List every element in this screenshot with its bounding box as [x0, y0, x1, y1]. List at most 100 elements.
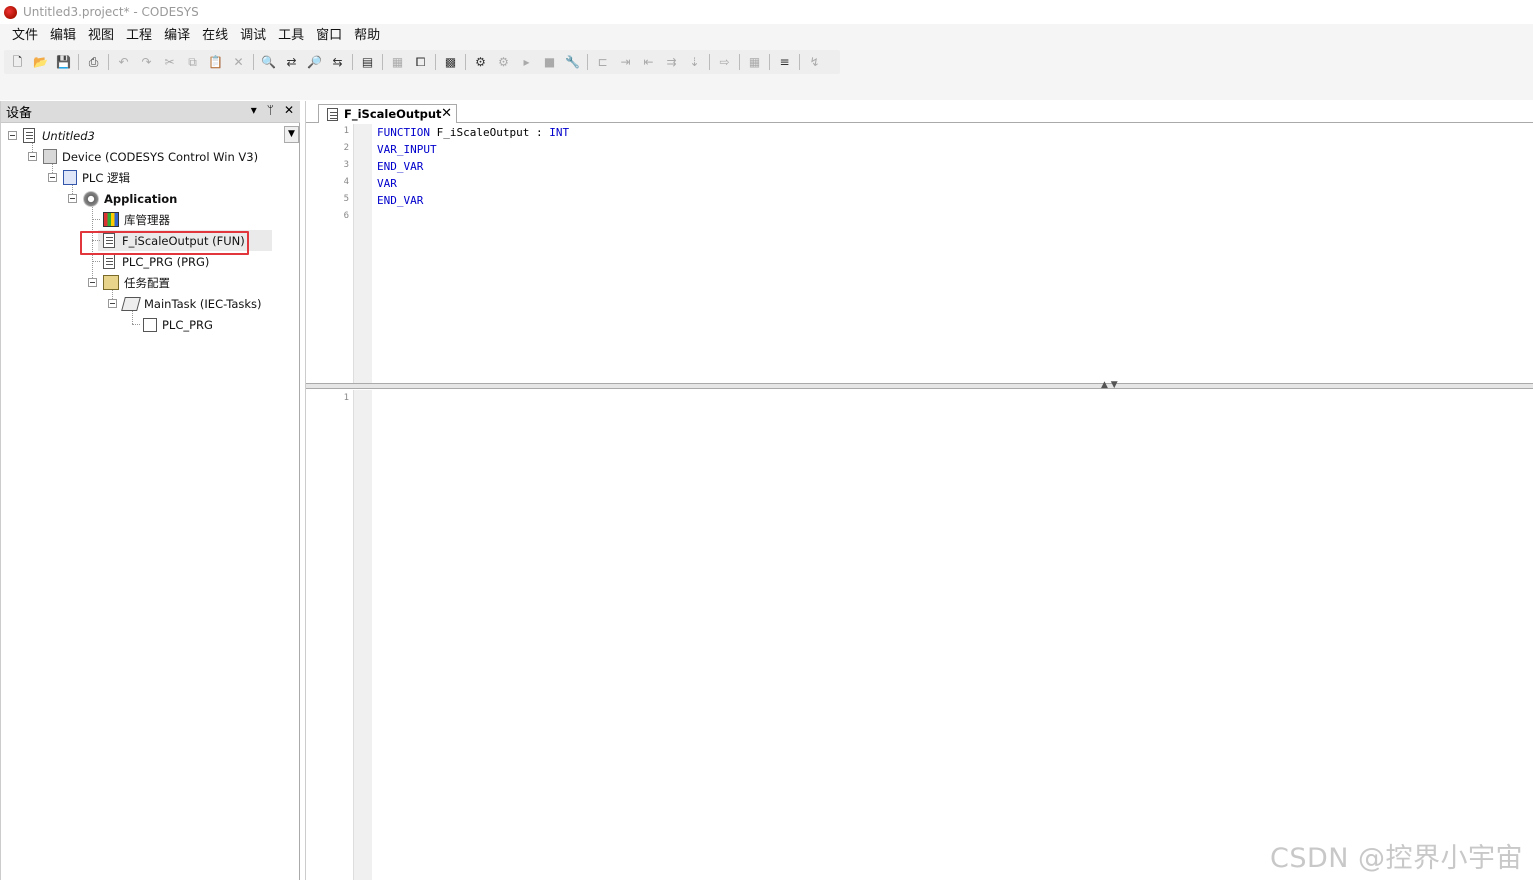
- line-number: 1: [343, 126, 349, 136]
- menu-item-0[interactable]: 文件: [6, 25, 44, 47]
- code-line[interactable]: END_VAR: [377, 194, 423, 207]
- collapse-icon[interactable]: [8, 131, 17, 140]
- collapse-icon[interactable]: [28, 152, 37, 161]
- splitter-arrows-icon[interactable]: ▲ ▼: [1101, 380, 1118, 390]
- find-icon[interactable]: 🔍: [259, 52, 279, 72]
- menu-item-2[interactable]: 视图: [82, 25, 120, 47]
- tree-node-library-manager[interactable]: 库管理器: [103, 209, 170, 230]
- set-next-statement-icon[interactable]: ⇨: [715, 52, 735, 72]
- toolbar-separator: [108, 54, 109, 70]
- window-list-icon[interactable]: ▤: [358, 52, 378, 72]
- tree-node-label: 任务配置: [124, 275, 170, 290]
- menu-item-1[interactable]: 编辑: [44, 25, 82, 47]
- keyword-token: VAR: [377, 177, 397, 190]
- build-icon[interactable]: ▩: [441, 52, 461, 72]
- tree-node-label: PLC 逻辑: [82, 170, 131, 185]
- toolbar-separator: [382, 54, 383, 70]
- start-icon[interactable]: ▸: [517, 52, 537, 72]
- breakpoint-icon[interactable]: ⊏: [593, 52, 613, 72]
- menu-item-9[interactable]: 帮助: [348, 25, 386, 47]
- collapse-icon[interactable]: [108, 299, 117, 308]
- body-editor[interactable]: [372, 390, 1533, 880]
- code-line[interactable]: VAR: [377, 177, 397, 190]
- menu-item-5[interactable]: 在线: [196, 25, 234, 47]
- function-pou-icon: [327, 107, 338, 121]
- window-title: Untitled3.project* - CODESYS: [23, 5, 199, 19]
- login-icon[interactable]: ⚙: [471, 52, 491, 72]
- stop-icon[interactable]: ■: [540, 52, 560, 72]
- tree-node-device[interactable]: Device (CODESYS Control Win V3): [43, 146, 258, 167]
- editor-tab-bar: F_iScaleOutput ✕: [306, 101, 1533, 123]
- collapse-icon[interactable]: [48, 173, 57, 182]
- keyword-token: VAR_INPUT: [377, 143, 437, 156]
- pin-icon[interactable]: ᛘ: [267, 103, 274, 117]
- code-line[interactable]: END_VAR: [377, 160, 423, 173]
- write-values-icon[interactable]: ▦: [745, 52, 765, 72]
- menu-item-6[interactable]: 调试: [234, 25, 272, 47]
- toolbar-separator: [587, 54, 588, 70]
- replace-in-project-icon[interactable]: ⇆: [328, 52, 348, 72]
- find-in-project-icon[interactable]: 🔎: [305, 52, 325, 72]
- menu-item-7[interactable]: 工具: [272, 25, 310, 47]
- editor-splitter[interactable]: ▲ ▼: [306, 380, 1533, 390]
- declaration-line-gutter: 1 2 3 4 5 6: [306, 124, 354, 383]
- tab-f-iscaleoutput[interactable]: F_iScaleOutput ✕: [318, 104, 457, 123]
- print-icon[interactable]: ⎙: [84, 52, 104, 72]
- keyword-token: END_VAR: [377, 194, 424, 207]
- open-icon[interactable]: 📂: [31, 52, 51, 72]
- menu-item-4[interactable]: 编译: [158, 25, 196, 47]
- force-values-icon[interactable]: ≡: [775, 52, 795, 72]
- reset-icon[interactable]: 🔧: [563, 52, 583, 72]
- standard-toolbar: 🗋 📂 💾 ⎙ ↶ ↷ ✂ ⧉ 📋 ✕ 🔍 ⇄ 🔎 ⇆ ▤ ▦ ⧠ ▩ ⚙ ⚙ ▸ ■ 🔧 ⊏ ⇥ ⇤ ⇉ ⇣ ⇨ ▦ ≡ ↯: [4, 50, 840, 74]
- tree-node-label: 库管理器: [124, 212, 170, 227]
- tree-dropdown-icon[interactable]: ▼: [284, 126, 299, 143]
- undo-icon[interactable]: ↶: [114, 52, 134, 72]
- tree-node-maintask[interactable]: MainTask (IEC-Tasks): [121, 293, 262, 314]
- collapse-icon[interactable]: [68, 194, 77, 203]
- redo-icon[interactable]: ↷: [137, 52, 157, 72]
- step-out-icon[interactable]: ⇉: [662, 52, 682, 72]
- toolbar-separator: [352, 54, 353, 70]
- run-to-cursor-icon[interactable]: ⇣: [685, 52, 705, 72]
- grid-dropdown-icon[interactable]: ▦: [388, 52, 408, 72]
- tree-node-plc-prg-call[interactable]: PLC_PRG: [143, 314, 213, 335]
- paste-icon[interactable]: 📋: [206, 52, 226, 72]
- code-line[interactable]: FUNCTION F_iScaleOutput : INT: [377, 126, 569, 139]
- delete-icon[interactable]: ✕: [229, 52, 249, 72]
- unforce-icon[interactable]: ↯: [805, 52, 825, 72]
- tree-node-task-configuration[interactable]: 任务配置: [103, 272, 170, 293]
- toolbar-separator: [253, 54, 254, 70]
- menu-item-3[interactable]: 工程: [120, 25, 158, 47]
- title-bar: Untitled3.project* - CODESYS: [0, 0, 1533, 24]
- tree-node-project[interactable]: Untitled3: [23, 125, 95, 146]
- keyword-token: INT: [549, 126, 570, 139]
- cut-icon[interactable]: ✂: [160, 52, 180, 72]
- menu-item-8[interactable]: 窗口: [310, 25, 348, 47]
- panel-menu-icon[interactable]: ▾: [251, 103, 257, 117]
- save-icon[interactable]: 💾: [54, 52, 74, 72]
- project-icon: [23, 128, 35, 143]
- replace-icon[interactable]: ⇄: [282, 52, 302, 72]
- close-icon[interactable]: ✕: [284, 103, 294, 117]
- keyword-token: FUNCTION: [377, 126, 430, 139]
- close-tab-icon[interactable]: ✕: [441, 106, 452, 121]
- new-window-icon[interactable]: ⧠: [411, 52, 431, 72]
- code-line[interactable]: VAR_INPUT: [377, 143, 437, 156]
- step-into-icon[interactable]: ⇤: [639, 52, 659, 72]
- step-over-icon[interactable]: ⇥: [616, 52, 636, 72]
- logout-icon[interactable]: ⚙: [494, 52, 514, 72]
- toolbar-separator: [769, 54, 770, 70]
- tree-node-application[interactable]: Application: [83, 188, 177, 209]
- copy-icon[interactable]: ⧉: [183, 52, 203, 72]
- tree-node-plc-logic[interactable]: PLC 逻辑: [63, 167, 130, 188]
- tree-node-label: Application: [104, 191, 178, 206]
- devices-panel: 设备 ▾ ᛘ ✕ ▼ Untitled3 Device (CODESYS Con…: [0, 101, 300, 880]
- codesys-app-icon: [4, 5, 17, 19]
- toolbar-separator: [78, 54, 79, 70]
- watermark: CSDN @控界小宇宙: [1270, 843, 1524, 874]
- application-icon: [83, 190, 99, 207]
- collapse-icon[interactable]: [88, 278, 97, 287]
- new-icon[interactable]: 🗋: [8, 52, 28, 72]
- body-line-gutter: 1: [306, 390, 354, 880]
- program-call-icon: [143, 317, 157, 332]
